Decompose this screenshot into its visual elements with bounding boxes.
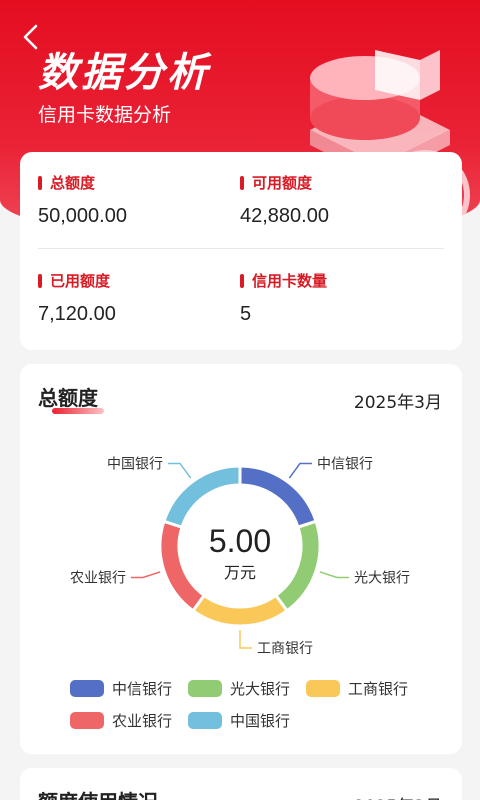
donut-slice[interactable] xyxy=(162,464,242,530)
label-marker xyxy=(38,273,42,288)
legend-swatch xyxy=(188,680,222,697)
used-limit-stat: 已用额度 7,120.00 xyxy=(38,270,116,326)
label-marker xyxy=(38,175,42,190)
legend-item[interactable]: 中国银行 xyxy=(188,710,290,731)
legend-label: 中国银行 xyxy=(230,712,291,730)
card-count-stat: 信用卡数量 5 xyxy=(240,270,327,326)
usage-title: 额度使用情况 xyxy=(38,786,158,800)
total-limit-stat: 总额度 50,000.00 xyxy=(38,172,127,228)
legend-item[interactable]: 工商银行 xyxy=(306,678,408,699)
legend-item[interactable]: 光大银行 xyxy=(188,678,290,699)
legend-label: 农业银行 xyxy=(112,712,173,730)
label-leader-line xyxy=(319,571,350,579)
label-marker xyxy=(240,273,244,288)
available-limit-stat: 可用额度 42,880.00 xyxy=(240,172,329,228)
label-marker xyxy=(240,175,244,190)
page-subtitle: 信用卡数据分析 xyxy=(38,104,172,126)
usage-date[interactable]: 2025年3月 xyxy=(354,792,442,800)
label-leader-line xyxy=(168,462,192,479)
divider xyxy=(38,248,444,249)
center-value: 5.00 xyxy=(209,523,271,559)
legend-swatch xyxy=(70,680,104,697)
summary-card: 总额度 50,000.00 可用额度 42,880.00 已用额度 7,120.… xyxy=(20,152,462,350)
usage-card: 额度使用情况 2025年3月 xyxy=(20,768,462,800)
legend-swatch xyxy=(306,680,340,697)
legend-item[interactable]: 农业银行 xyxy=(70,710,172,731)
available-limit-label: 可用额度 xyxy=(252,174,313,192)
donut-slice[interactable] xyxy=(273,519,322,613)
legend-label: 中信银行 xyxy=(112,680,173,698)
donut-slice[interactable] xyxy=(238,464,318,530)
slice-label: 光大银行 xyxy=(354,571,410,587)
page-title: 数据分析 xyxy=(38,50,210,96)
slice-label: 中国银行 xyxy=(107,456,163,472)
used-limit-value: 7,120.00 xyxy=(38,303,116,325)
donut-chart: 中信银行光大银行工商银行 农业银行 中国银行 5.00 万元 xyxy=(70,456,410,657)
center-unit: 万元 xyxy=(224,563,256,582)
slice-label: 中信银行 xyxy=(317,456,373,472)
card-count-value: 5 xyxy=(240,303,252,325)
total-limit-chart-card: 总额度 2025年3月 中信银行 光大银行 工商银行 农业银行 中国银行 5.00 万元… xyxy=(20,364,462,754)
label-leader-line xyxy=(288,462,312,479)
card-count-label: 信用卡数量 xyxy=(252,272,328,290)
legend-label: 工商银行 xyxy=(348,680,409,698)
legend-item[interactable]: 中信银行 xyxy=(70,678,172,699)
slice-label: 农业银行 xyxy=(70,571,126,587)
label-leader-line xyxy=(130,571,161,579)
legend-label: 光大银行 xyxy=(230,680,291,698)
donut-slice[interactable] xyxy=(158,519,207,613)
slice-label: 工商银行 xyxy=(257,641,313,657)
legend-swatch xyxy=(70,712,104,729)
total-limit-label: 总额度 xyxy=(50,174,96,192)
available-limit-value: 42,880.00 xyxy=(240,205,329,227)
used-limit-label: 已用额度 xyxy=(50,272,111,290)
label-leader-line xyxy=(239,630,252,649)
donut-slice[interactable] xyxy=(190,593,290,628)
legend-swatch xyxy=(188,712,222,729)
total-limit-value: 50,000.00 xyxy=(38,205,127,227)
